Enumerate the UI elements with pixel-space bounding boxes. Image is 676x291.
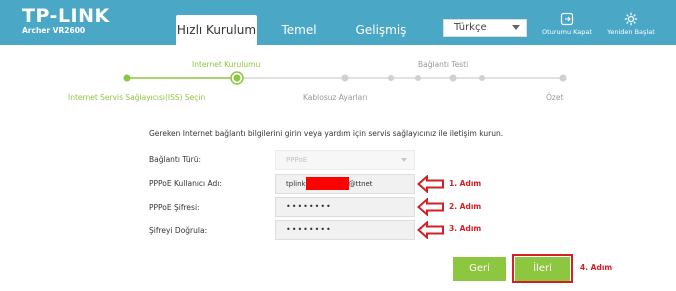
redaction-box xyxy=(305,176,349,190)
tab-quick-setup[interactable]: Hızlı Kurulum xyxy=(176,15,257,45)
username-suffix: @ttnet xyxy=(348,180,373,188)
progress-dot-2-inner xyxy=(233,74,241,82)
password-value: •••••••• xyxy=(286,202,332,211)
intro-text: Gereken Internet bağlantı bilgilerini gi… xyxy=(149,129,504,138)
language-value: Türkçe xyxy=(454,22,487,33)
annotation-step-2: 2. Adım xyxy=(449,202,482,211)
reboot-icon xyxy=(624,12,638,26)
back-button[interactable]: Geri xyxy=(453,257,506,281)
next-button[interactable]: İleri xyxy=(515,257,570,281)
progress-dot-3 xyxy=(341,74,349,82)
reboot-label: Yeniden Başlat xyxy=(607,28,655,36)
progress-dot-6 xyxy=(449,74,457,82)
progress-dot-7 xyxy=(479,75,485,81)
brand-logo: TP-LINK Archer VR2600 xyxy=(22,6,110,36)
step-label-internet-setup: Internet Kurulumu xyxy=(192,60,261,69)
password-field[interactable]: •••••••• xyxy=(275,197,415,217)
connection-type-value: PPPoE xyxy=(286,156,308,164)
arrow-left-icon xyxy=(417,198,444,216)
reboot-button[interactable]: Yeniden Başlat xyxy=(603,12,659,36)
connection-type-select: PPPoE xyxy=(275,150,415,170)
confirm-password-value: •••••••• xyxy=(286,225,332,234)
annotation-step-1: 1. Adım xyxy=(449,179,482,188)
model-name: Archer VR2600 xyxy=(22,26,86,35)
tab-advanced[interactable]: Gelişmiş xyxy=(355,15,407,45)
logout-icon xyxy=(560,12,574,26)
connection-type-label: Bağlantı Türü: xyxy=(149,155,202,164)
confirm-password-field[interactable]: •••••••• xyxy=(275,220,415,240)
step-label-isp-select: Internet Servis Sağlayıcısı(ISS) Seçin xyxy=(68,93,206,102)
arrow-left-icon xyxy=(417,221,444,239)
confirm-password-label: Şifreyi Doğrula: xyxy=(149,226,208,235)
language-select[interactable]: Türkçe xyxy=(443,19,527,37)
username-field[interactable]: tplink @ttnet xyxy=(275,174,415,194)
annotation-step-4: 4. Adım xyxy=(580,263,613,272)
logout-button[interactable]: Oturumu Kapat xyxy=(538,12,596,36)
tab-basic[interactable]: Temel xyxy=(279,15,319,45)
username-prefix: tplink xyxy=(286,180,306,188)
progress-track xyxy=(123,71,567,85)
logout-label: Oturumu Kapat xyxy=(542,28,592,36)
username-label: PPPoE Kullanıcı Adı: xyxy=(149,179,222,188)
progress-dot-4 xyxy=(388,75,394,81)
chevron-down-icon xyxy=(512,25,520,30)
annotation-step-3: 3. Adım xyxy=(449,224,482,233)
header-bar: TP-LINK Archer VR2600 Hızlı Kurulum Teme… xyxy=(0,0,676,45)
password-label: PPPoE Şifresi: xyxy=(149,203,200,212)
progress-dot-1 xyxy=(123,74,131,82)
arrow-left-icon xyxy=(417,175,444,193)
router-setup-page: TP-LINK Archer VR2600 Hızlı Kurulum Teme… xyxy=(0,0,676,291)
progress-dot-5 xyxy=(415,75,421,81)
brand-name: TP-LINK xyxy=(22,5,110,27)
progress-dot-8 xyxy=(559,74,567,82)
chevron-down-icon xyxy=(401,158,407,162)
step-label-wireless: Kablosuz Ayarları xyxy=(303,93,368,102)
step-label-summary: Özet xyxy=(546,93,564,102)
step-label-connection-test: Bağlantı Testi xyxy=(418,60,469,69)
